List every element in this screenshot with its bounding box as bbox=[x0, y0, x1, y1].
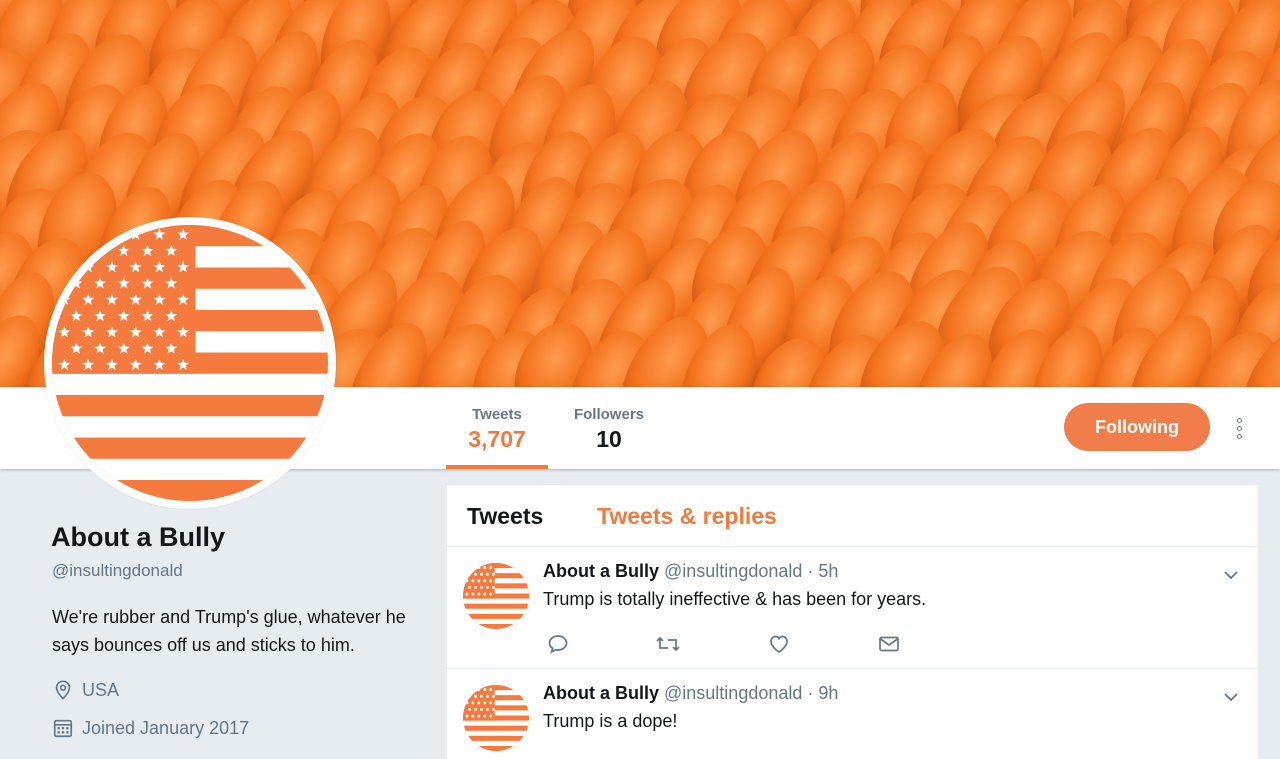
stat-tweets[interactable]: Tweets 3,707 bbox=[446, 387, 548, 469]
stat-tweets-value: 3,707 bbox=[468, 426, 526, 452]
tweet-text: Trump is totally ineffective & has been … bbox=[543, 589, 927, 609]
tweet-header: About a Bully @insultingdonald · 5h bbox=[543, 561, 838, 582]
profile-bio: We're rubber and Trump's glue, whatever … bbox=[52, 607, 406, 655]
stat-followers-label: Followers bbox=[573, 406, 644, 423]
location-pin-icon bbox=[55, 680, 71, 700]
avatar[interactable] bbox=[44, 217, 336, 509]
tweet-separator: · bbox=[807, 683, 814, 703]
tweet-header: About a Bully @insultingdonald · 9h bbox=[543, 683, 838, 704]
tweet-actions bbox=[543, 629, 1043, 659]
joined-text: Joined January 2017 bbox=[82, 717, 250, 738]
stat-followers-value: 10 bbox=[596, 426, 622, 452]
tweet-avatar-flag-icon[interactable] bbox=[463, 563, 529, 629]
tweet-author-name[interactable]: About a Bully bbox=[543, 561, 659, 581]
more-vertical-icon[interactable] bbox=[1228, 414, 1250, 442]
profile-joined: Joined January 2017 bbox=[52, 717, 249, 739]
retweet-icon[interactable] bbox=[653, 629, 683, 659]
reply-icon[interactable] bbox=[543, 629, 573, 659]
tweet-author-handle[interactable]: @insultingdonald bbox=[664, 561, 802, 581]
following-button[interactable]: Following bbox=[1064, 403, 1210, 451]
location-text: USA bbox=[82, 679, 120, 700]
tweet-avatar-flag-icon[interactable] bbox=[463, 685, 529, 751]
chevron-down-icon[interactable] bbox=[1223, 569, 1239, 581]
tab-tweets-and-replies[interactable]: Tweets & replies bbox=[597, 503, 777, 530]
chevron-down-icon[interactable] bbox=[1223, 691, 1239, 703]
tweet-author-name[interactable]: About a Bully bbox=[543, 683, 659, 703]
tab-tweets[interactable]: Tweets bbox=[467, 503, 543, 530]
calendar-icon bbox=[53, 719, 73, 738]
tweet-author-handle[interactable]: @insultingdonald bbox=[664, 683, 802, 703]
tweet-item[interactable]: About a Bully @insultingdonald · 9h Trum… bbox=[447, 669, 1258, 759]
direct-message-icon[interactable] bbox=[874, 629, 904, 659]
stat-followers[interactable]: Followers 10 bbox=[562, 387, 656, 469]
orange-flag-avatar-icon bbox=[52, 225, 328, 501]
timeline-tabs: Tweets Tweets & replies bbox=[447, 485, 1258, 547]
tweet-timestamp[interactable]: 5h bbox=[818, 561, 838, 581]
profile-location: USA bbox=[52, 679, 119, 701]
profile-handle[interactable]: @insultingdonald bbox=[52, 561, 183, 581]
stat-tweets-label: Tweets bbox=[472, 406, 522, 423]
like-icon[interactable] bbox=[764, 629, 794, 659]
tweet-separator: · bbox=[807, 561, 814, 581]
tweet-item[interactable]: About a Bully @insultingdonald · 5h Trum… bbox=[447, 547, 1258, 669]
tweet-text: Trump is a dope! bbox=[543, 711, 678, 731]
timeline: Tweets Tweets & replies About a Bully @i… bbox=[447, 485, 1258, 759]
tweet-timestamp[interactable]: 9h bbox=[818, 683, 838, 703]
profile-name[interactable]: About a Bully bbox=[51, 522, 225, 553]
